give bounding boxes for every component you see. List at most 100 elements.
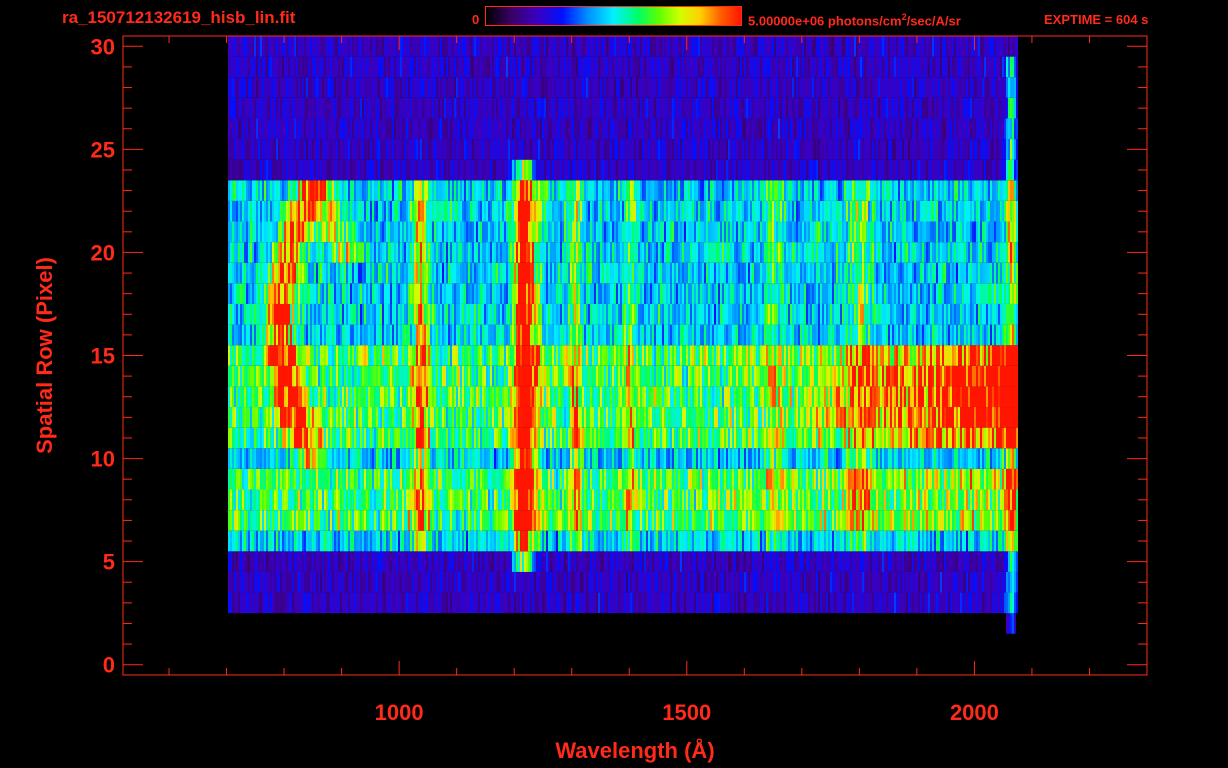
heatmap-cell [534,159,536,181]
heatmap-cell [522,510,524,531]
heatmap-cell [374,448,376,469]
heatmap-cell [388,97,390,119]
heatmap-cell [236,468,238,490]
heatmap-cell [262,180,264,201]
heatmap-cell [350,139,352,160]
heatmap-cell [282,180,284,201]
heatmap-cell [396,36,398,57]
heatmap-cell [294,510,296,531]
heatmap-cell [308,551,310,572]
heatmap-cell [498,448,500,469]
heatmap-cell [546,365,548,387]
heatmap-cell [532,159,534,181]
heatmap-cell [246,551,248,572]
heatmap-cell [416,592,418,614]
heatmap-cell [258,97,260,119]
heatmap-cell [476,551,478,572]
heatmap-cell [430,242,432,263]
heatmap-cell [412,510,414,531]
heatmap-cell [340,407,342,428]
heatmap-cell [270,365,272,387]
heatmap-cell [332,427,334,449]
heatmap-cell [270,303,272,325]
heatmap-cell [506,324,508,346]
heatmap-cell [450,345,452,366]
heatmap-cell [410,159,412,181]
heatmap-cell [488,345,490,366]
heatmap-cell [486,468,488,490]
heatmap-cell [468,386,470,408]
heatmap-cell [472,489,474,511]
heatmap-cell [492,551,494,572]
heatmap-cell [288,386,290,408]
heatmap-cell [232,303,234,325]
heatmap-cell [422,159,424,181]
heatmap-cell [472,551,474,572]
heatmap-cell [450,468,452,490]
heatmap-cell [260,448,262,469]
heatmap-cell [344,530,346,552]
heatmap-cell [548,345,550,366]
heatmap-cell [458,139,460,160]
heatmap-cell [572,36,574,57]
heatmap-cell [430,345,432,366]
heatmap-cell [548,592,550,614]
heatmap-cell [404,510,406,531]
heatmap-cell [542,262,544,284]
heatmap-cell [420,592,422,614]
heatmap-cell [354,200,356,222]
heatmap-cell [262,283,264,304]
heatmap-cell [264,97,266,119]
heatmap-cell [374,200,376,222]
heatmap-cell [314,468,316,490]
heatmap-cell [538,571,540,593]
heatmap-cell [422,571,424,593]
heatmap-cell [302,530,304,552]
heatmap-cell [258,386,260,408]
heatmap-cell [238,427,240,449]
heatmap-cell [482,324,484,346]
heatmap-cell [422,180,424,201]
heatmap-cell [336,468,338,490]
heatmap-cell [290,448,292,469]
heatmap-cell [360,200,362,222]
heatmap-cell [546,97,548,119]
heatmap-cell [356,283,358,304]
heatmap-cell [456,489,458,511]
heatmap-cell [462,200,464,222]
heatmap-cell [444,242,446,263]
heatmap-cell [348,262,350,284]
heatmap-cell [384,200,386,222]
heatmap-cell [286,365,288,387]
heatmap-cell [434,468,436,490]
heatmap-cell [516,448,518,469]
heatmap-cell [282,56,284,78]
heatmap-cell [352,510,354,531]
heatmap-cell [460,345,462,366]
heatmap-cell [250,407,252,428]
heatmap-cell [426,345,428,366]
heatmap-cell [234,592,236,614]
heatmap-cell [548,468,550,490]
heatmap-cell [236,324,238,346]
heatmap-cell [406,324,408,346]
heatmap-cell [318,221,320,243]
heatmap-image [228,36,1018,634]
heatmap-cell [496,159,498,181]
heatmap-cell [418,303,420,325]
heatmap-cell [474,407,476,428]
heatmap-cell [388,468,390,490]
heatmap-cell [502,510,504,531]
heatmap-cell [498,139,500,160]
heatmap-cell [236,97,238,119]
heatmap-cell [516,345,518,366]
heatmap-cell [386,262,388,284]
heatmap-cell [286,345,288,366]
heatmap-cell [412,221,414,243]
heatmap-cell [252,159,254,181]
heatmap-cell [276,468,278,490]
heatmap-cell [428,324,430,346]
heatmap-cell [450,139,452,160]
heatmap-cell [402,262,404,284]
heatmap-cell [460,77,462,98]
